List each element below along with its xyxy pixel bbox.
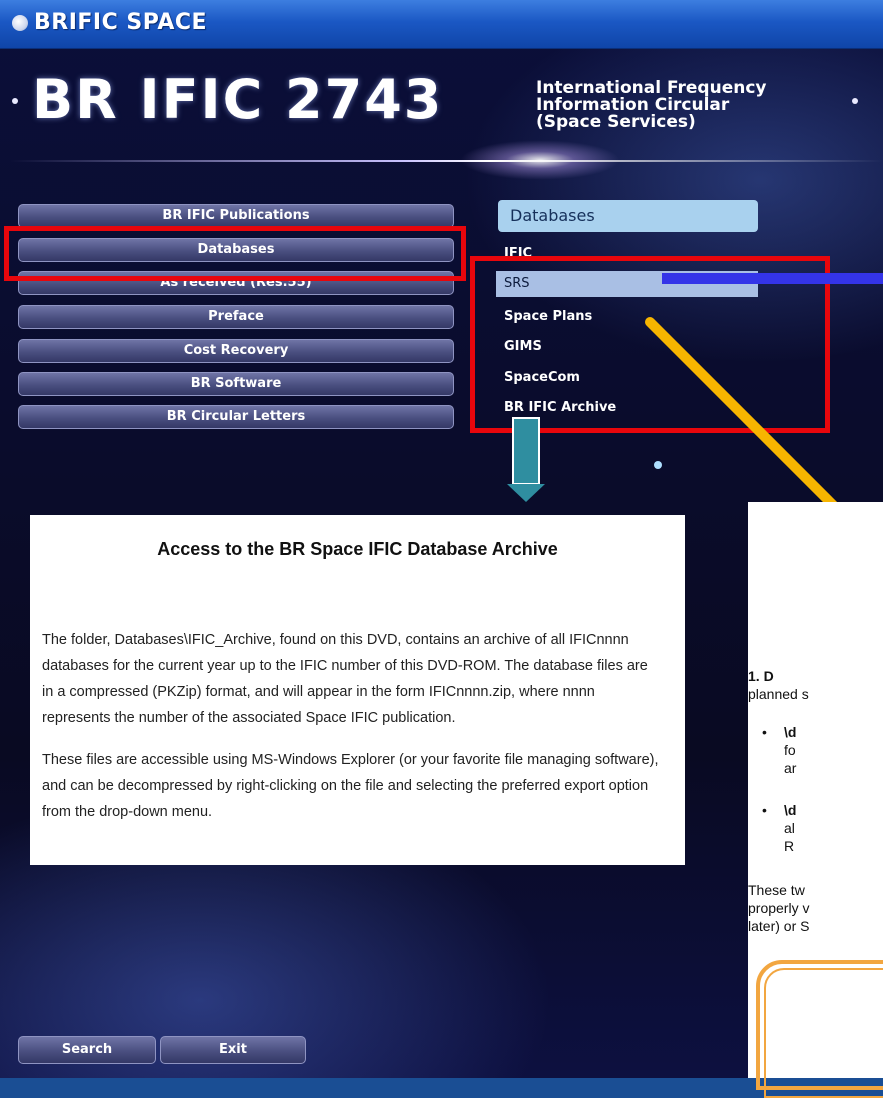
doc-line: planned s	[748, 686, 809, 702]
info-title: Access to the BR Space IFIC Database Arc…	[157, 539, 558, 559]
blue-arrow	[662, 273, 883, 284]
doc-line: properly v	[748, 900, 810, 916]
document-preview: 1. D planned s • \d fo ar • \d al R Thes…	[748, 502, 883, 1098]
doc-line: 1. D	[748, 668, 774, 684]
info-text-line: and can be decompressed by right-clickin…	[42, 778, 649, 794]
exit-button[interactable]: Exit	[160, 1036, 306, 1064]
info-text-line: The folder, Databases\IFIC_Archive, foun…	[42, 632, 629, 648]
info-text-line: in a compressed (PKZip) format, and will…	[42, 684, 595, 700]
teal-arrow-shaft	[512, 417, 540, 485]
doc-line: al	[784, 820, 795, 836]
doc-line: \d	[784, 802, 797, 818]
app-window: BRIFIC SPACE BR IFIC 2743 International …	[0, 0, 883, 1098]
doc-callout-frame-inner	[764, 968, 883, 1098]
doc-line: fo	[784, 742, 796, 758]
info-paragraph-1: The folder, Databases\IFIC_Archive, foun…	[42, 627, 672, 731]
doc-line: \d	[784, 724, 797, 740]
info-text-line: represents the number of the associated …	[42, 710, 456, 726]
info-panel: Access to the BR Space IFIC Database Arc…	[30, 515, 685, 865]
teal-arrow-head	[507, 484, 545, 502]
info-paragraph-2: These files are accessible using MS-Wind…	[42, 747, 672, 825]
info-text-line: These files are accessible using MS-Wind…	[42, 752, 659, 768]
doc-line: R	[784, 838, 795, 854]
doc-bullet-icon: •	[762, 724, 767, 740]
doc-line: These tw	[748, 882, 805, 898]
search-button[interactable]: Search	[18, 1036, 156, 1064]
info-text-line: databases for the current year up to the…	[42, 658, 648, 674]
doc-line: ar	[784, 760, 797, 776]
yellow-arrow	[645, 317, 863, 535]
doc-bullet-icon: •	[762, 802, 767, 818]
doc-line: later) or S	[748, 918, 810, 934]
info-text-line: from the drop-down menu.	[42, 804, 213, 820]
